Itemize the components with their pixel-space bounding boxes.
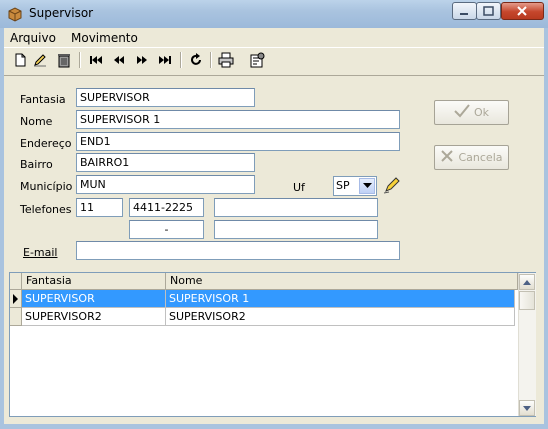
chevron-down-icon[interactable] — [359, 178, 375, 194]
edit-pencil-icon[interactable] — [31, 51, 49, 69]
maximize-button[interactable] — [476, 2, 501, 20]
properties-icon[interactable] — [248, 51, 266, 69]
last-record-icon[interactable] — [156, 51, 174, 69]
menu-arquivo[interactable]: Arquivo — [10, 31, 56, 45]
telefone-numero-2-input[interactable]: - — [129, 220, 204, 239]
table-row-cell-nome[interactable]: SUPERVISOR 1 — [166, 290, 515, 308]
app-box-icon[interactable] — [7, 6, 23, 22]
table-row-cell-nome[interactable]: SUPERVISOR2 — [166, 308, 515, 326]
label-telefones: Telefones — [20, 203, 72, 216]
endereco-input[interactable]: END1 — [76, 132, 400, 151]
bairro-input[interactable]: BAIRRO1 — [76, 153, 255, 172]
telefone-extra-2-input[interactable] — [214, 220, 378, 239]
window-border-right — [544, 28, 548, 429]
scroll-down-icon[interactable] — [519, 400, 535, 416]
scroll-up-icon[interactable] — [519, 274, 535, 290]
cancel-button[interactable]: Cancela — [434, 145, 509, 170]
label-nome: Nome — [20, 115, 53, 128]
grid-header-nome[interactable]: Nome — [166, 273, 518, 290]
row-indicator[interactable] — [10, 308, 22, 326]
next-record-icon[interactable] — [133, 51, 151, 69]
toolbar-separator — [180, 52, 182, 68]
grid-header-fantasia[interactable]: Fantasia — [22, 273, 166, 290]
label-bairro: Bairro — [20, 158, 53, 171]
close-button[interactable] — [501, 2, 544, 20]
print-icon[interactable] — [217, 51, 235, 69]
scroll-thumb[interactable] — [519, 291, 535, 310]
cancel-button-label: Cancela — [458, 151, 503, 164]
email-input[interactable] — [76, 241, 400, 260]
nome-input[interactable]: SUPERVISOR 1 — [76, 110, 400, 129]
row-indicator[interactable] — [10, 290, 22, 308]
table-row-cell-fantasia[interactable]: SUPERVISOR — [22, 290, 166, 308]
ok-button[interactable]: Ok — [434, 100, 509, 125]
grid-corner — [10, 273, 22, 290]
telefone-numero-1-input[interactable]: 4411-2225 — [129, 198, 204, 217]
menu-movimento[interactable]: Movimento — [71, 31, 138, 45]
toolbar-separator — [79, 52, 81, 68]
fantasia-input[interactable]: SUPERVISOR — [76, 88, 255, 107]
label-endereco: Endereço — [20, 137, 72, 150]
table-row-cell-fantasia[interactable]: SUPERVISOR2 — [22, 308, 166, 326]
label-uf: Uf — [293, 181, 305, 194]
refresh-icon[interactable] — [187, 51, 205, 69]
first-record-icon[interactable] — [87, 51, 105, 69]
check-icon — [454, 104, 470, 121]
toolbar — [4, 47, 544, 76]
uf-selected-value: SP — [336, 179, 350, 192]
new-document-icon[interactable] — [11, 51, 29, 69]
previous-record-icon[interactable] — [110, 51, 128, 69]
delete-trash-icon[interactable] — [55, 51, 73, 69]
label-fantasia: Fantasia — [20, 93, 66, 106]
label-email: E-mail — [23, 246, 58, 259]
telefone-ddd-1-input[interactable]: 11 — [76, 198, 123, 217]
ok-button-label: Ok — [473, 106, 490, 119]
window-border-bottom — [0, 424, 548, 429]
toolbar-separator — [210, 52, 212, 68]
minimize-button[interactable] — [452, 2, 477, 20]
close-icon — [440, 149, 454, 166]
municipio-input[interactable]: MUN — [76, 175, 255, 194]
window-title: Supervisor — [29, 6, 94, 20]
telefone-extra-1-input[interactable] — [214, 198, 378, 217]
label-municipio: Município — [20, 180, 73, 193]
pen-icon[interactable] — [383, 176, 401, 194]
